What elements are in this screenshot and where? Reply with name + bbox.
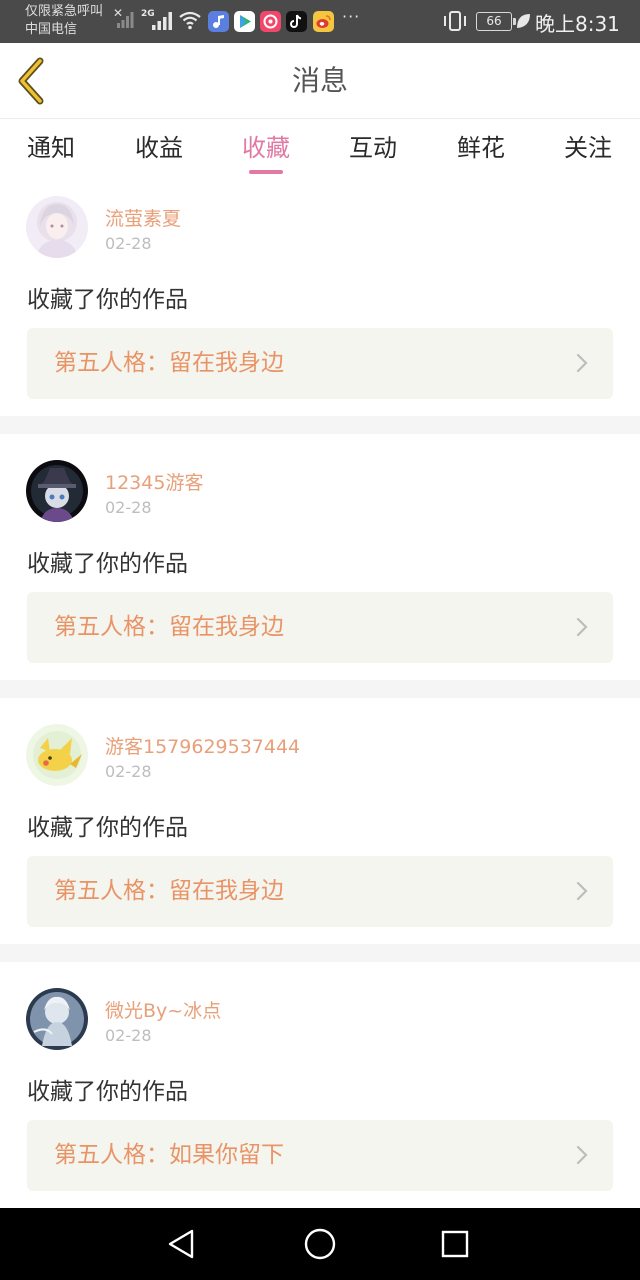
work-title: 第五人格：如果你留下 bbox=[54, 1142, 284, 1168]
chevron-right-icon bbox=[576, 881, 588, 901]
system-nav-bar bbox=[0, 1208, 640, 1280]
category-tabs: 通知 收益 收藏 互动 鲜花 关注 bbox=[0, 120, 640, 180]
clock-time: 晚上8:31 bbox=[535, 12, 620, 36]
card-divider bbox=[0, 944, 640, 962]
signal-icon-2 bbox=[152, 12, 172, 30]
notification-date: 02-28 bbox=[105, 1026, 152, 1045]
notification-card: 12345游客 02-28 收藏了你的作品 第五人格：留在我身边 bbox=[0, 444, 640, 680]
username[interactable]: 游客1579629537444 bbox=[105, 732, 300, 759]
username[interactable]: 流萤素夏 bbox=[105, 204, 181, 231]
notification-date: 02-28 bbox=[105, 762, 152, 781]
tab-label: 收益 bbox=[135, 134, 183, 162]
work-title: 第五人格：留在我身边 bbox=[54, 350, 284, 376]
back-button[interactable] bbox=[14, 57, 54, 105]
tab-flowers[interactable]: 鲜花 bbox=[431, 120, 531, 180]
music-app-icon bbox=[208, 11, 229, 32]
avatar[interactable] bbox=[26, 460, 88, 522]
work-title: 第五人格：留在我身边 bbox=[54, 878, 284, 904]
carrier-name: 中国电信 bbox=[25, 22, 78, 37]
active-tab-indicator bbox=[249, 170, 283, 174]
tab-label: 鲜花 bbox=[457, 134, 505, 162]
card-divider bbox=[0, 680, 640, 698]
nav-recents-icon[interactable] bbox=[437, 1226, 473, 1262]
power-saving-leaf-icon bbox=[517, 14, 530, 28]
tab-following[interactable]: 关注 bbox=[538, 120, 638, 180]
user-avatar-image bbox=[26, 460, 88, 522]
username[interactable]: 12345游客 bbox=[105, 468, 203, 495]
back-arrow-icon bbox=[18, 57, 44, 105]
video-app-icon bbox=[260, 11, 281, 32]
card-divider bbox=[0, 416, 640, 434]
work-link[interactable]: 第五人格：如果你留下 bbox=[27, 1120, 613, 1191]
tab-label: 互动 bbox=[349, 134, 397, 162]
work-link[interactable]: 第五人格：留在我身边 bbox=[27, 592, 613, 663]
notification-date: 02-28 bbox=[105, 498, 152, 517]
battery-indicator: 66 bbox=[476, 12, 516, 31]
avatar[interactable] bbox=[26, 196, 88, 258]
action-text: 收藏了你的作品 bbox=[27, 1079, 188, 1105]
tab-label: 收藏 bbox=[242, 134, 290, 162]
user-avatar-image bbox=[26, 196, 88, 258]
page-title: 消息 bbox=[291, 64, 348, 97]
chevron-right-icon bbox=[576, 1145, 588, 1165]
avatar[interactable] bbox=[26, 988, 88, 1050]
nav-home-icon[interactable] bbox=[302, 1226, 338, 1262]
weibo-icon bbox=[313, 11, 334, 32]
tab-label: 关注 bbox=[564, 134, 612, 162]
work-link[interactable]: 第五人格：留在我身边 bbox=[27, 328, 613, 399]
tab-favorites[interactable]: 收藏 bbox=[216, 120, 316, 180]
vibrate-icon bbox=[444, 11, 466, 31]
notification-card: 流萤素夏 02-28 收藏了你的作品 第五人格：留在我身边 bbox=[0, 180, 640, 416]
action-text: 收藏了你的作品 bbox=[27, 287, 188, 313]
username[interactable]: 微光By~冰点 bbox=[105, 996, 221, 1023]
play-store-icon bbox=[234, 11, 255, 32]
user-avatar-image bbox=[26, 724, 88, 786]
notification-date: 02-28 bbox=[105, 234, 152, 253]
status-carrier-block: 仅限紧急呼叫 中国电信 bbox=[25, 3, 103, 39]
action-text: 收藏了你的作品 bbox=[27, 815, 188, 841]
tab-earnings[interactable]: 收益 bbox=[109, 120, 209, 180]
nav-back-icon[interactable] bbox=[164, 1226, 200, 1262]
user-avatar-image bbox=[26, 988, 88, 1050]
tab-label: 通知 bbox=[27, 134, 75, 162]
action-text: 收藏了你的作品 bbox=[27, 551, 188, 577]
tab-notifications[interactable]: 通知 bbox=[1, 120, 101, 180]
tab-interactions[interactable]: 互动 bbox=[323, 120, 423, 180]
wifi-icon bbox=[179, 11, 201, 30]
more-notifications-icon: ··· bbox=[342, 7, 361, 26]
chevron-right-icon bbox=[576, 617, 588, 637]
chevron-right-icon bbox=[576, 353, 588, 373]
app-header: 消息 bbox=[0, 43, 640, 119]
avatar[interactable] bbox=[26, 724, 88, 786]
work-link[interactable]: 第五人格：留在我身边 bbox=[27, 856, 613, 927]
signal-icon-1 bbox=[117, 12, 134, 28]
tiktok-icon bbox=[286, 11, 307, 32]
status-bar: 仅限紧急呼叫 中国电信 ✕ 2G ··· 66 晚上8:31 bbox=[0, 0, 640, 43]
notification-card: 游客1579629537444 02-28 收藏了你的作品 第五人格：留在我身边 bbox=[0, 708, 640, 944]
work-title: 第五人格：留在我身边 bbox=[54, 614, 284, 640]
notification-card: 微光By~冰点 02-28 收藏了你的作品 第五人格：如果你留下 bbox=[0, 972, 640, 1208]
emergency-calls-text: 仅限紧急呼叫 bbox=[25, 4, 104, 19]
